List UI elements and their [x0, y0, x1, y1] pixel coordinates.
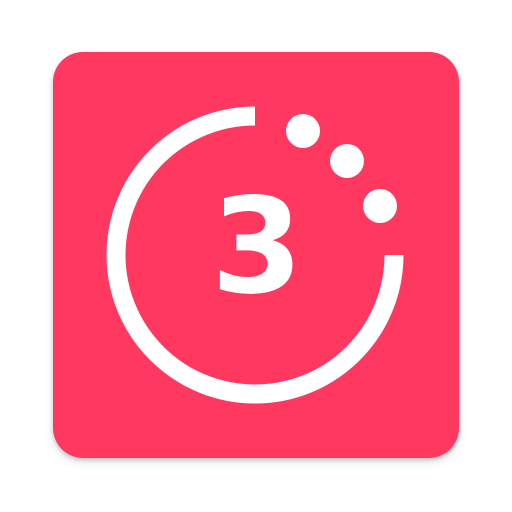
- countdown-timer-icon: 3: [53, 52, 459, 458]
- countdown-number: 3: [211, 170, 303, 324]
- countdown-dot-2: [330, 144, 364, 178]
- countdown-dot-1: [286, 114, 320, 148]
- app-icon-tile[interactable]: 3: [53, 52, 459, 458]
- icon-canvas: 3: [0, 0, 512, 512]
- countdown-dot-3: [363, 189, 397, 223]
